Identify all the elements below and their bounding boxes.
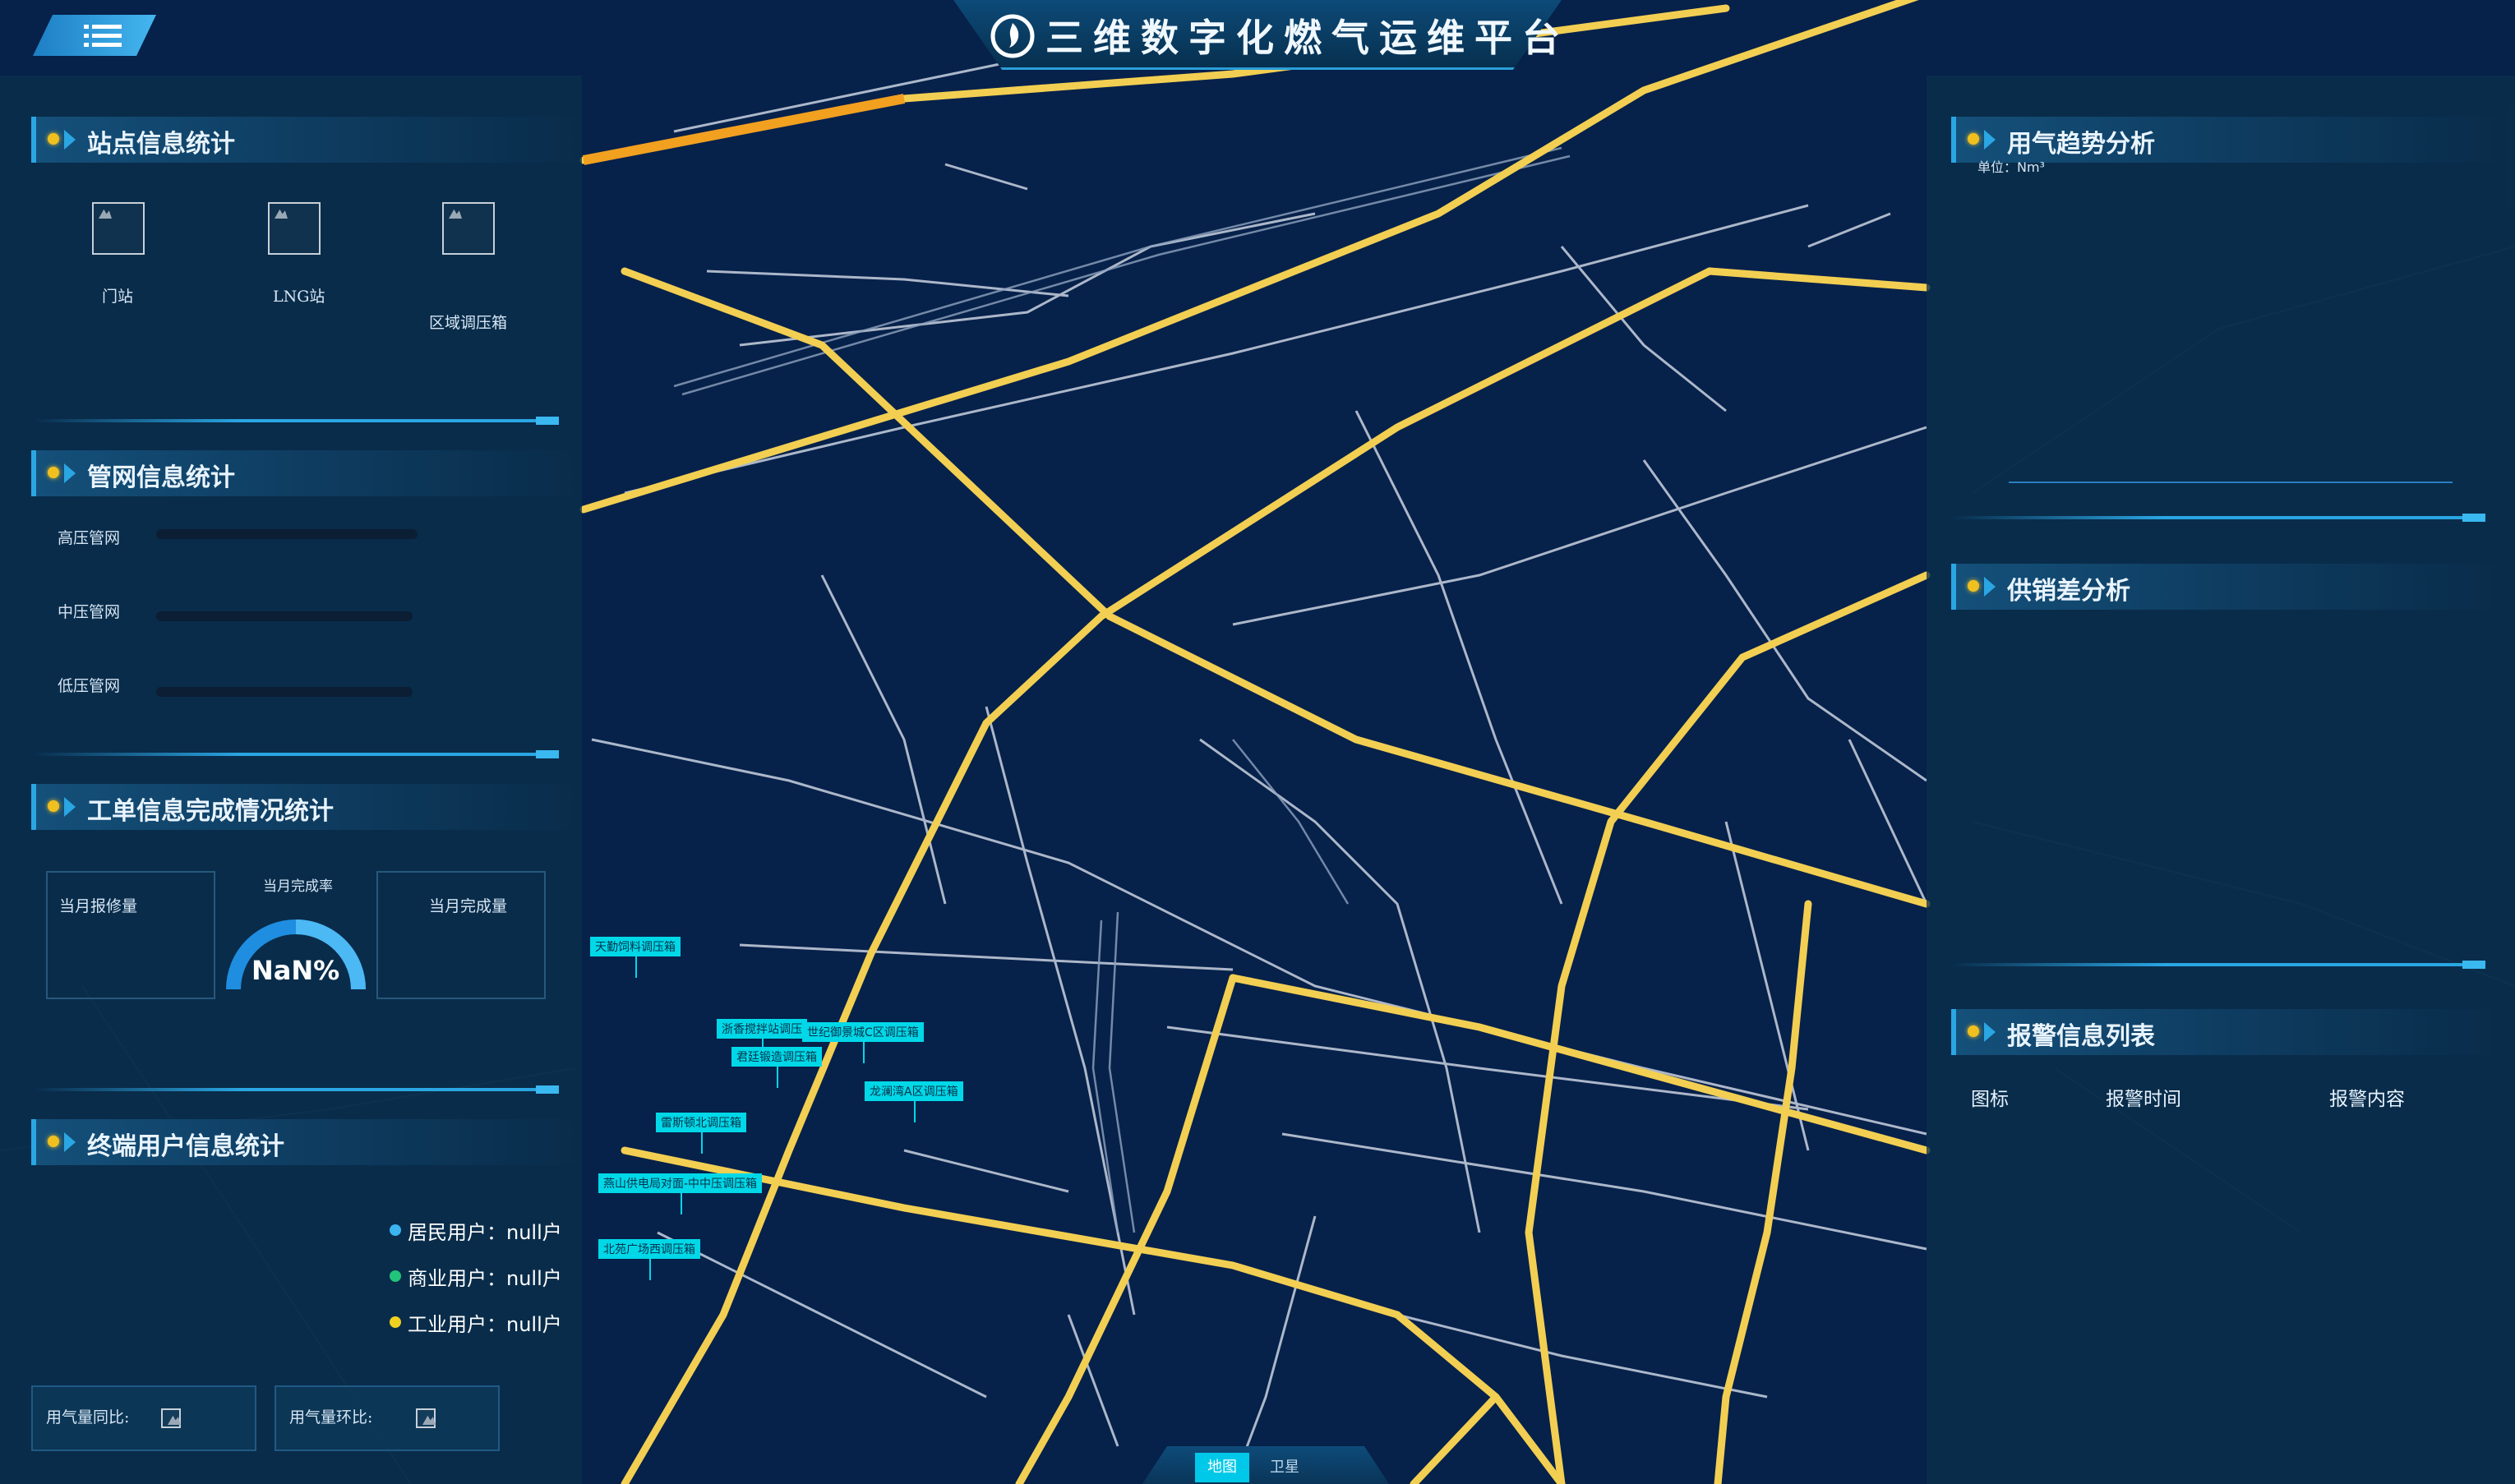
chevron-right-icon [1984,1022,1996,1042]
section-divider [33,417,559,425]
regulator-box-icon [442,202,495,255]
map-type-tabs: 地图 卫星 [1142,1446,1389,1484]
chevron-right-icon [64,130,76,150]
section-title: 终端用户信息统计 [87,1132,284,1161]
yellow-dot-icon [48,1136,59,1147]
section-title: 报警信息列表 [2007,1022,2155,1051]
section-divider [33,750,559,758]
done-count-label: 当月完成量 [429,897,508,915]
map-marker-label[interactable]: 浙香搅拌站调压 [717,1019,807,1060]
resident-users-label: 居民用户：null户 [408,1221,562,1244]
industrial-dot-icon [390,1316,401,1328]
yellow-dot-icon [48,467,59,478]
pipe-label-mid: 中压管网 [58,603,121,621]
section-divider [33,1085,559,1094]
workorder-stats-header: 工单信息完成情况统计 [31,784,584,830]
done-count-box [376,871,546,999]
repair-count-box [46,871,215,999]
alarm-col-time: 报警时间 [2106,1089,2181,1110]
yellow-dot-icon [48,133,59,145]
user-stats-header: 终端用户信息统计 [31,1119,584,1165]
pipe-stats-header: 管网信息统计 [31,450,584,496]
yellow-dot-icon [1968,1025,1979,1037]
menu-button[interactable] [33,15,156,56]
right-panel: 用气趋势分析 单位：Nm³ 供销差分析 报警信息列表 图标 报警时间 报警内容 [1927,76,2515,1484]
left-panel: 站点信息统计 门站 LNG站 区域调压箱 管网信息统计 高压管网 中压管网 低压… [0,76,584,1484]
station-label-regulator: 区域调压箱 [429,314,508,332]
station-stats-header: 站点信息统计 [31,117,584,163]
section-title: 用气趋势分析 [2007,130,2155,159]
map-marker-label[interactable]: 龙澜湾A区调压箱 [865,1081,963,1122]
station-label-gate: 门站 [102,288,134,306]
pipe-label-low: 低压管网 [58,677,121,695]
gate-station-icon [92,202,145,255]
yellow-dot-icon [1968,580,1979,592]
alarm-list-header: 报警信息列表 [1951,1009,2503,1055]
station-label-lng: LNG站 [273,288,325,306]
yoy-label: 用气量同比: [46,1408,130,1426]
map-marker-label[interactable]: 世纪御景城C区调压箱 [802,1022,924,1063]
trend-unit-label: 单位：Nm³ [1977,159,2045,175]
map-marker-label[interactable]: 燕山供电局对面-中中压调压箱 [598,1173,763,1214]
header-bar: 三维数字化燃气运维平台 [904,0,1611,76]
yellow-dot-icon [1968,133,1979,145]
resident-dot-icon [390,1224,401,1236]
chevron-right-icon [64,463,76,483]
alarm-col-icon: 图标 [1971,1089,2009,1110]
lng-station-icon [268,202,321,255]
map-marker-label[interactable]: 天勤饲料调压箱 [590,937,681,978]
chevron-right-icon [64,797,76,817]
map-marker-label[interactable]: 雷斯顿北调压箱 [656,1113,746,1154]
tab-map[interactable]: 地图 [1195,1453,1249,1482]
yellow-dot-icon [48,800,59,812]
commercial-dot-icon [390,1270,401,1282]
section-title: 供销差分析 [2007,577,2130,606]
menu-list-icon [84,25,122,47]
trend-chart-axis [2009,482,2453,483]
completion-rate-value: NaN% [252,955,340,986]
map-marker-label[interactable]: 北苑广场西调压箱 [598,1239,700,1280]
mom-label: 用气量环比: [289,1408,373,1426]
industrial-users-label: 工业用户：null户 [408,1313,562,1336]
section-title: 管网信息统计 [87,463,235,492]
chevron-right-icon [1984,130,1996,150]
pipe-bar-high [156,529,418,539]
tab-satellite[interactable]: 卫星 [1258,1453,1312,1482]
section-divider [1951,961,2485,969]
section-title: 工单信息完成情况统计 [87,797,334,826]
map-marker-label[interactable]: 君廷锻造调压箱 [731,1047,822,1088]
alarm-col-content: 报警内容 [2329,1089,2405,1110]
chevron-right-icon [1984,577,1996,597]
pipe-bar-low [156,687,413,697]
section-divider [1951,514,2485,522]
yoy-trend-icon [161,1408,181,1428]
supply-gap-header: 供销差分析 [1951,564,2503,610]
section-title: 站点信息统计 [87,130,235,159]
flame-logo-icon [990,14,1035,58]
completion-rate-label: 当月完成率 [263,878,333,895]
chevron-right-icon [64,1132,76,1152]
commercial-users-label: 商业用户：null户 [408,1267,562,1290]
mom-box: 用气量环比: [275,1385,500,1451]
pipe-label-high: 高压管网 [58,529,121,547]
yoy-box: 用气量同比: [31,1385,256,1451]
pipe-bar-mid [156,611,413,621]
mom-trend-icon [416,1408,436,1428]
page-title: 三维数字化燃气运维平台 [1045,16,1570,60]
repair-count-label: 当月报修量 [59,897,138,915]
